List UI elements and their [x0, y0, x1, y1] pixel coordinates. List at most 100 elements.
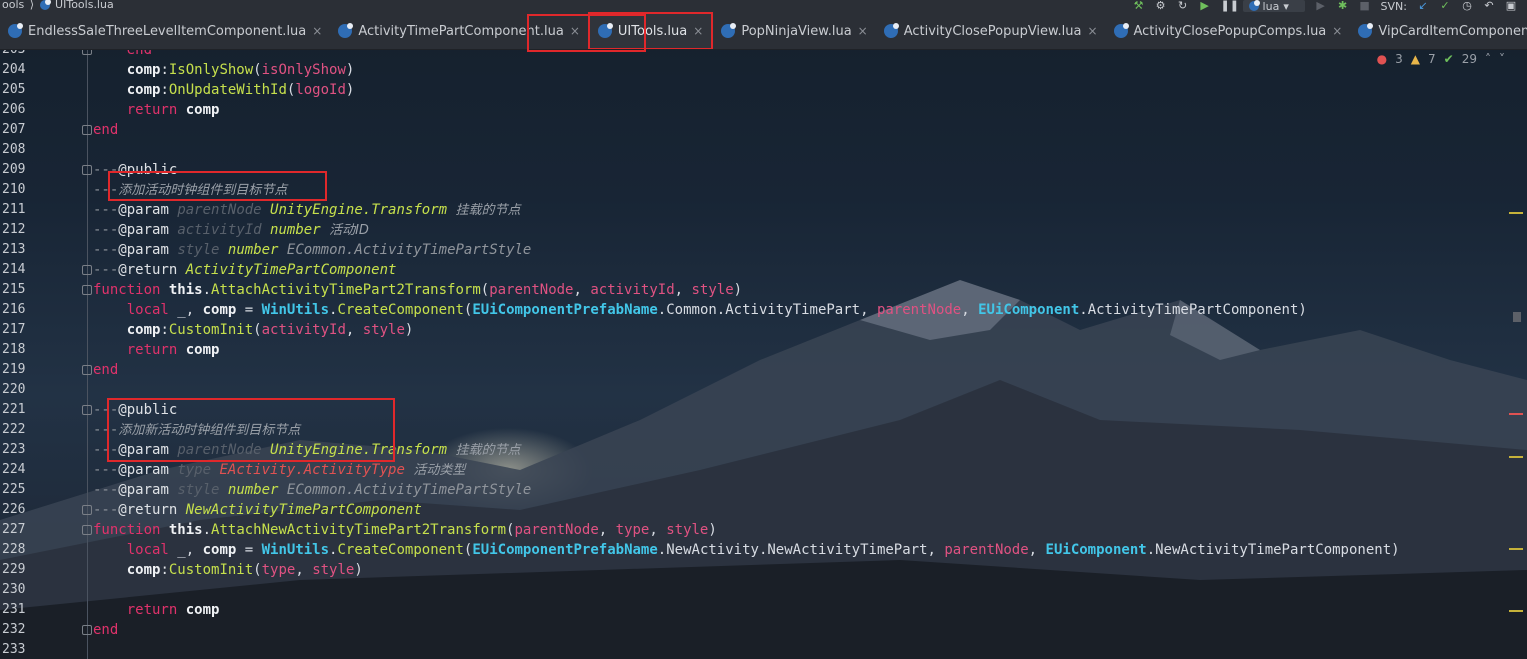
code-line[interactable]: 204 comp:IsOnlyShow(isOnlyShow) — [0, 60, 1510, 80]
code-line[interactable]: 222 ---添加新活动时钟组件到目标节点 — [0, 420, 1510, 440]
code-line[interactable]: 212 ---@param activityId number 活动ID — [0, 220, 1510, 240]
language-select[interactable]: lua ▾ — [1242, 0, 1305, 13]
fold-toggle-icon[interactable] — [82, 285, 92, 295]
line-number: 221 — [2, 402, 26, 417]
scrollbar-error-marker[interactable] — [1509, 413, 1523, 415]
breadcrumb-file[interactable]: UITools.lua — [55, 0, 114, 11]
fold-toggle-icon[interactable] — [82, 505, 92, 515]
close-icon[interactable]: × — [570, 24, 580, 38]
inspection-widget[interactable]: ● 3 ▲ 7 ✔ 29 ˄ ˅ — [1377, 52, 1505, 66]
lua-file-icon — [883, 23, 899, 38]
rollback-icon[interactable]: ↶ — [1483, 0, 1495, 11]
fold-toggle-icon[interactable] — [82, 525, 92, 535]
code-line[interactable]: 216 local _, comp = WinUtils.CreateCompo… — [0, 300, 1510, 320]
tab-label: UITools.lua — [617, 23, 688, 39]
close-icon[interactable]: × — [1332, 24, 1342, 38]
stop-icon[interactable]: ■ — [1359, 0, 1371, 11]
code-line[interactable]: 214 ---@return ActivityTimePartComponent — [0, 260, 1510, 280]
line-number: 224 — [2, 462, 26, 477]
run-icon[interactable]: ▶ — [1199, 0, 1211, 11]
code-line[interactable]: 206 return comp — [0, 100, 1510, 120]
code-text: return comp — [126, 102, 220, 118]
line-number: 225 — [2, 482, 26, 497]
code-line[interactable]: 224 ---@param type EActivity.ActivityType… — [0, 460, 1510, 480]
scrollbar-thumb[interactable] — [1513, 312, 1521, 322]
code-line[interactable]: 228 local _, comp = WinUtils.CreateCompo… — [0, 540, 1510, 560]
code-text: return comp — [126, 602, 220, 618]
code-line[interactable]: 210 ---添加活动时钟组件到目标节点 — [0, 180, 1510, 200]
code-line[interactable]: 230 — [0, 580, 1510, 600]
line-number: 216 — [2, 302, 26, 317]
code-text: function this.AttachNewActivityTimePart2… — [93, 522, 717, 538]
scrollbar-warning-marker[interactable] — [1509, 212, 1523, 214]
code-line[interactable]: 213 ---@param style number ECommon.Activi… — [0, 240, 1510, 260]
line-number: 217 — [2, 322, 26, 337]
line-number: 204 — [2, 62, 26, 77]
close-icon[interactable]: × — [858, 24, 868, 38]
code-line[interactable]: 211 ---@param parentNode UnityEngine.Tran… — [0, 200, 1510, 220]
fold-toggle-icon[interactable] — [82, 265, 92, 275]
error-icon: ● — [1376, 52, 1388, 66]
svn-commit-icon[interactable]: ✓ — [1439, 0, 1451, 11]
tab-activitytimepartcomponent[interactable]: ActivityTimePartComponent.lua × — [330, 12, 588, 49]
lua-file-icon — [721, 23, 737, 38]
code-line[interactable]: 209 ---@public — [0, 160, 1510, 180]
resume-icon[interactable]: ▶ — [1315, 0, 1327, 11]
code-line[interactable]: 219 end — [0, 360, 1510, 380]
code-text: end — [93, 622, 119, 638]
line-number: 208 — [2, 142, 26, 157]
tab-popninjaview[interactable]: PopNinjaView.lua × — [713, 12, 875, 49]
scrollbar-warning-marker[interactable] — [1509, 456, 1523, 458]
scrollbar-warning-marker[interactable] — [1509, 548, 1523, 550]
chevron-down-icon[interactable]: ˅ — [1499, 52, 1505, 66]
line-number: 229 — [2, 562, 26, 577]
chevron-up-icon[interactable]: ˄ — [1485, 52, 1491, 66]
code-line[interactable]: 232 end — [0, 620, 1510, 640]
tab-activityclosepopupcomps[interactable]: ActivityClosePopupComps.lua × — [1106, 12, 1351, 49]
tab-uitools[interactable]: UITools.lua × — [587, 12, 714, 49]
fold-toggle-icon[interactable] — [82, 405, 92, 415]
svn-update-icon[interactable]: ↙ — [1417, 0, 1429, 11]
fold-toggle-icon[interactable] — [82, 125, 92, 135]
breadcrumb-path[interactable]: ools — [2, 0, 24, 11]
close-icon[interactable]: × — [693, 24, 703, 38]
code-line[interactable]: 226 ---@return NewActivityTimePartCompone… — [0, 500, 1510, 520]
fold-toggle-icon[interactable] — [82, 365, 92, 375]
window-icon[interactable]: ▣ — [1505, 0, 1517, 11]
code-editor[interactable]: 203 end204 comp:IsOnlyShow(isOnlyShow)20… — [0, 40, 1527, 659]
build-hammer-icon[interactable]: ⚒ — [1133, 0, 1145, 11]
close-icon[interactable]: × — [1087, 24, 1097, 38]
code-line[interactable]: 227 function this.AttachNewActivityTimePa… — [0, 520, 1510, 540]
code-line[interactable]: 205 comp:OnUpdateWithId(logoId) — [0, 80, 1510, 100]
code-text: comp:OnUpdateWithId(logoId) — [126, 82, 355, 98]
close-icon[interactable]: × — [312, 24, 322, 38]
attach-debugger-icon[interactable]: ⚙ — [1155, 0, 1167, 11]
code-line[interactable]: 223 ---@param parentNode UnityEngine.Tran… — [0, 440, 1510, 460]
line-number: 228 — [2, 542, 26, 557]
code-line[interactable]: 218 return comp — [0, 340, 1510, 360]
tab-endlesssalethreelevelitemcomponent[interactable]: EndlessSaleThreeLevelItemComponent.lua × — [0, 12, 330, 49]
debug-bug-icon[interactable]: ✱ — [1337, 0, 1349, 11]
language-label: lua — [1262, 0, 1280, 13]
tab-vipcarditemcomponent[interactable]: VipCardItemComponent.lua× — [1350, 12, 1527, 49]
code-line[interactable]: 207 end — [0, 120, 1510, 140]
code-line[interactable]: 231 return comp — [0, 600, 1510, 620]
line-number: 210 — [2, 182, 26, 197]
code-line[interactable]: 221 ---@public — [0, 400, 1510, 420]
line-number: 214 — [2, 262, 26, 277]
code-line[interactable]: 225 ---@param style number ECommon.Activi… — [0, 480, 1510, 500]
code-line[interactable]: 215 function this.AttachActivityTimePart2… — [0, 280, 1510, 300]
fold-toggle-icon[interactable] — [82, 625, 92, 635]
reload-icon[interactable]: ↻ — [1177, 0, 1189, 11]
pause-icon[interactable]: ❚❚ — [1221, 0, 1239, 11]
fold-toggle-icon[interactable] — [82, 165, 92, 175]
scrollbar-warning-marker[interactable] — [1509, 610, 1523, 612]
code-line[interactable]: 233 — [0, 640, 1510, 659]
code-line[interactable]: 217 comp:CustomInit(activityId, style) — [0, 320, 1510, 340]
warning-icon: ▲ — [1410, 52, 1421, 66]
code-line[interactable]: 229 comp:CustomInit(type, style) — [0, 560, 1510, 580]
tab-activityclosepopupview[interactable]: ActivityClosePopupView.lua × — [876, 12, 1106, 49]
history-icon[interactable]: ◷ — [1461, 0, 1473, 11]
code-line[interactable]: 220 — [0, 380, 1510, 400]
code-line[interactable]: 208 — [0, 140, 1510, 160]
